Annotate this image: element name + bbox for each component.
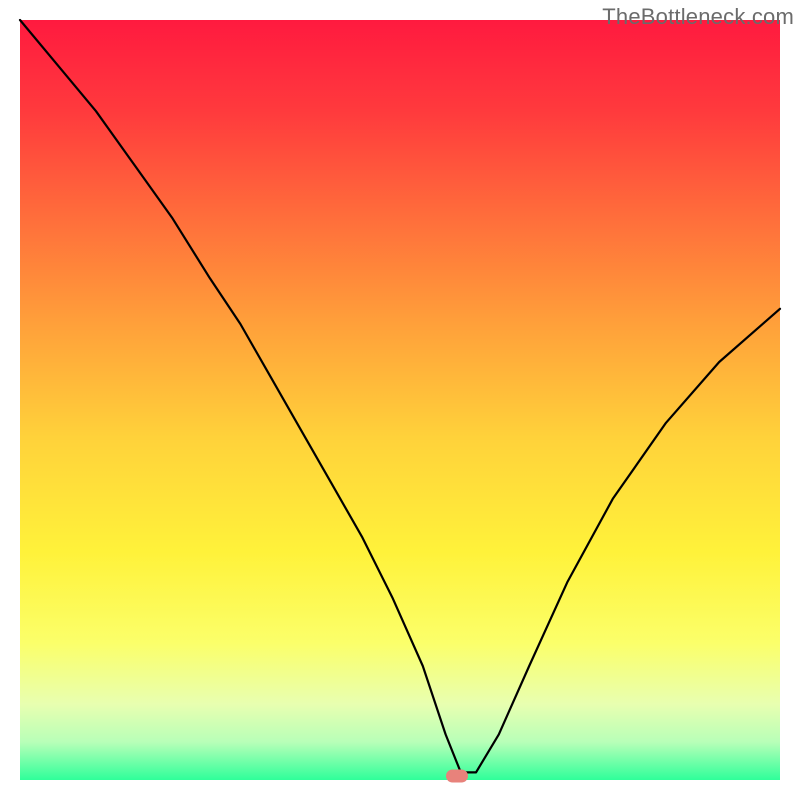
optimum-marker (446, 770, 468, 783)
watermark-text: TheBottleneck.com (602, 4, 794, 30)
plot-background (20, 20, 780, 780)
bottleneck-plot (0, 0, 800, 800)
chart-container: TheBottleneck.com (0, 0, 800, 800)
